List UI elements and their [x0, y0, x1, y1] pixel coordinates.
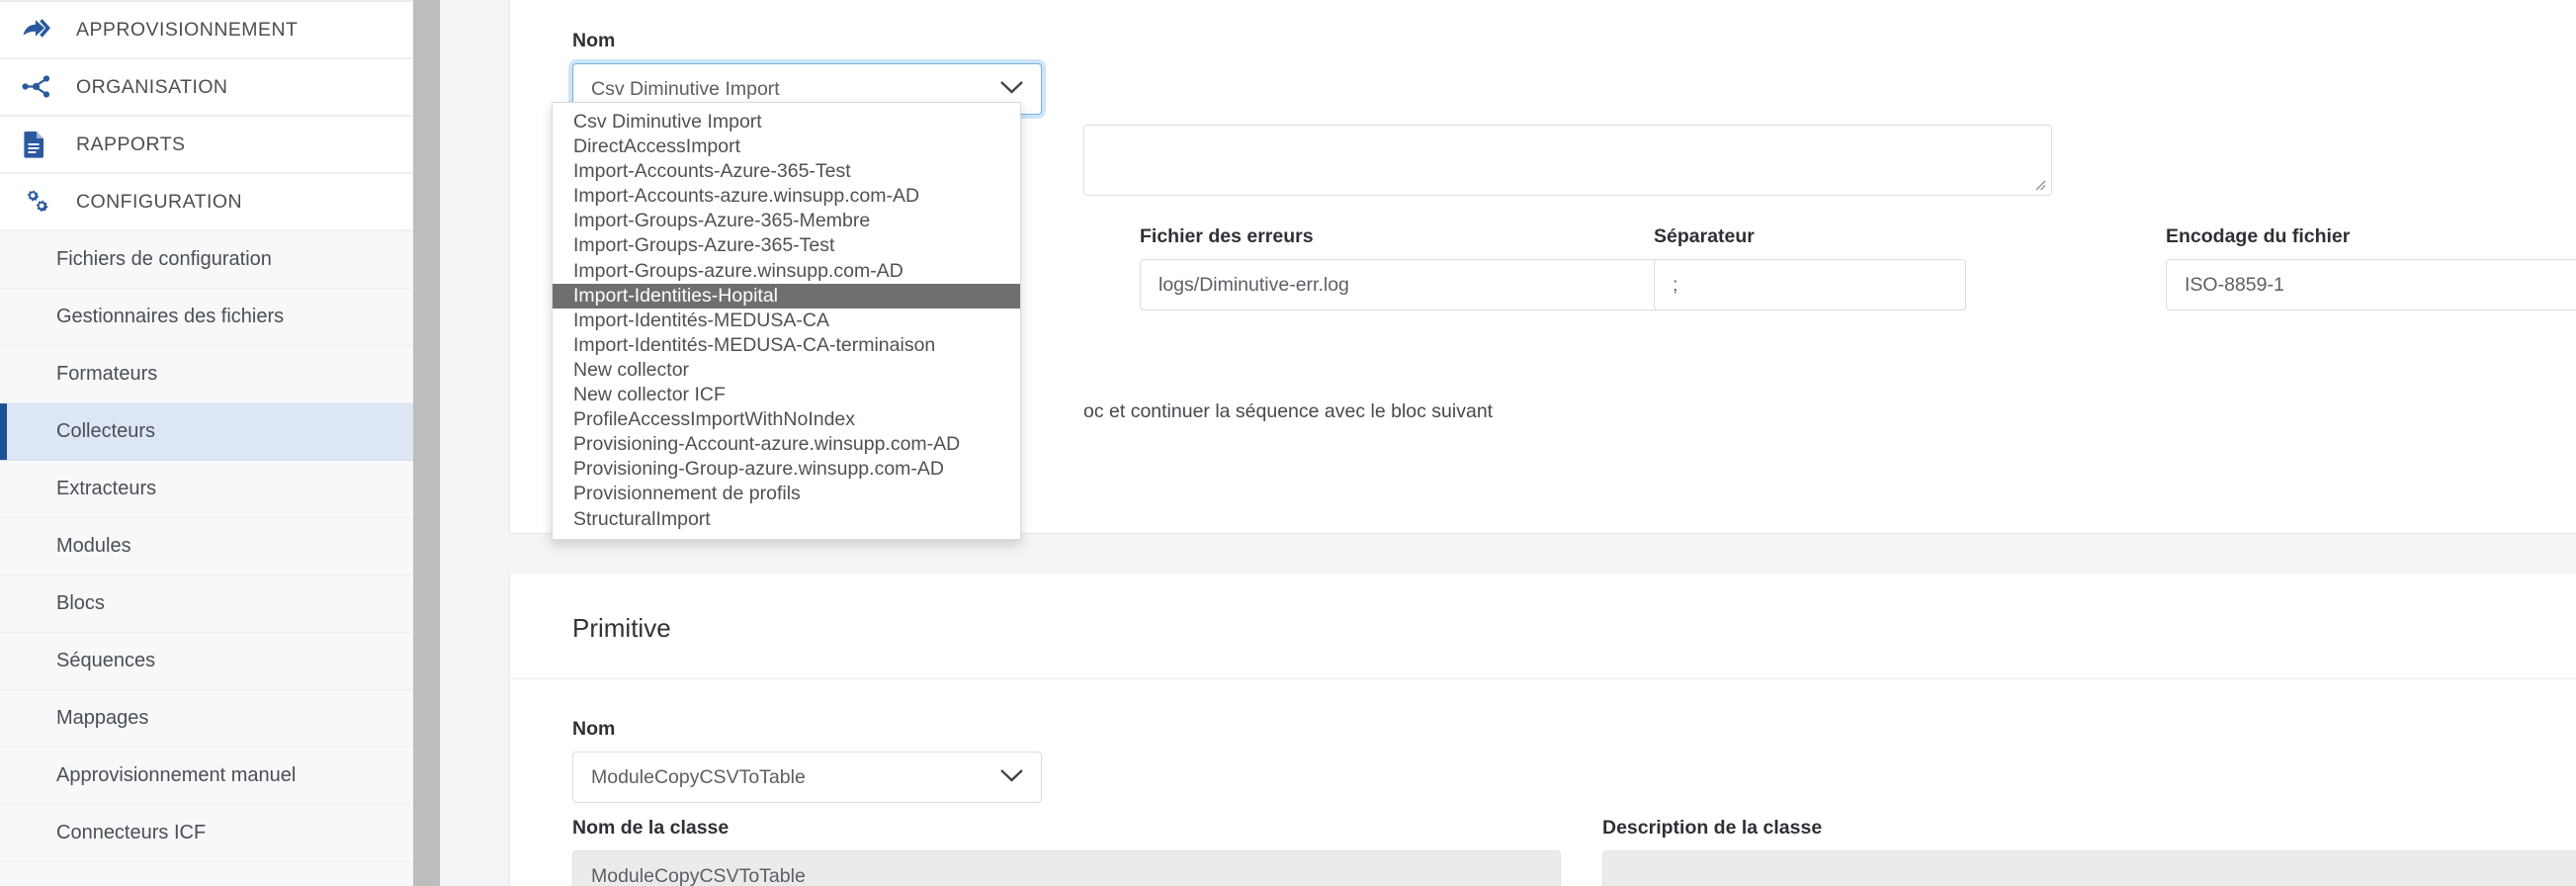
primitive-class-desc-textarea — [1602, 850, 2576, 886]
sidebar-section-label: APPROVISIONNEMENT — [76, 18, 299, 41]
collector-description-textarea[interactable] — [1083, 125, 2052, 196]
separator-label: Séparateur — [1654, 225, 1755, 247]
sidebar-section-label: CONFIGURATION — [76, 190, 242, 213]
dropdown-option[interactable]: Import-Groups-Azure-365-Test — [553, 233, 1020, 258]
sidebar-item-label: Fichiers de configuration — [56, 248, 272, 270]
sidebar-item-label: Blocs — [56, 592, 105, 614]
dropdown-option[interactable]: Provisioning-Account-azure.winsupp.com-A… — [553, 432, 1020, 457]
sidebar-item-label: Formateurs — [56, 363, 158, 385]
chevron-down-icon — [999, 766, 1024, 789]
sidebar-item-label: Séquences — [56, 650, 156, 671]
sidebar-section-label: RAPPORTS — [76, 133, 186, 155]
sidebar-item-label: Connecteurs ICF — [56, 822, 207, 843]
sidebar-item-collecteurs[interactable]: Collecteurs — [0, 403, 413, 461]
continue-sequence-checkbox-label[interactable]: oc et continuer la séquence avec le bloc… — [1083, 400, 1493, 423]
sidebar-section-rapports[interactable]: RAPPORTS — [0, 117, 413, 174]
application-window: APPROVISIONNEMENT ORGANISATION RAPPORTS … — [0, 0, 2576, 886]
sidebar-section-label: ORGANISATION — [76, 75, 228, 98]
primitive-class-name-input: ModuleCopyCSVToTable — [572, 850, 1561, 886]
dropdown-option[interactable]: Import-Identités-MEDUSA-CA — [553, 309, 1020, 333]
sidebar-section-configuration[interactable]: CONFIGURATION — [0, 174, 413, 231]
sidebar-item-label: Gestionnaires des fichiers — [56, 306, 285, 327]
sidebar-section-organisation[interactable]: ORGANISATION — [0, 59, 413, 117]
error-file-label: Fichier des erreurs — [1140, 225, 1314, 247]
sidebar-item-sequences[interactable]: Séquences — [0, 633, 413, 690]
collector-name-value: Csv Diminutive Import — [591, 77, 780, 100]
sidebar-item-fichiers-de-configuration[interactable]: Fichiers de configuration — [0, 231, 413, 289]
sidebar-item-gestionnaires-des-fichiers[interactable]: Gestionnaires des fichiers — [0, 289, 413, 346]
primitive-class-name-value: ModuleCopyCSVToTable — [591, 864, 806, 886]
dropdown-option[interactable]: Provisioning-Group-azure.winsupp.com-AD — [553, 457, 1020, 482]
sidebar-item-blocs[interactable]: Blocs — [0, 576, 413, 633]
dropdown-option[interactable]: Import-Groups-Azure-365-Membre — [553, 209, 1020, 233]
dropdown-option[interactable]: New collector ICF — [553, 383, 1020, 407]
resize-grip-icon[interactable] — [2031, 176, 2047, 192]
primitive-class-name-label: Nom de la classe — [572, 817, 730, 839]
collector-name-label: Nom — [572, 30, 616, 51]
sidebar-item-formateurs[interactable]: Formateurs — [0, 346, 413, 403]
dropdown-option[interactable]: StructuralImport — [553, 507, 1020, 532]
chevron-down-icon — [999, 78, 1024, 101]
dropdown-option[interactable]: Import-Identités-MEDUSA-CA-terminaison — [553, 333, 1020, 358]
dropdown-option[interactable]: New collector — [553, 358, 1020, 383]
error-file-value: logs/Diminutive-err.log — [1159, 273, 1349, 296]
error-file-input[interactable]: logs/Diminutive-err.log — [1140, 259, 1686, 310]
encoding-input[interactable]: ISO-8859-1 — [2166, 259, 2576, 310]
dropdown-option[interactable]: Import-Accounts-azure.winsupp.com-AD — [553, 184, 1020, 209]
dropdown-option[interactable]: Import-Identities-Hopital — [553, 283, 1020, 309]
sidebar-item-approvisionnement-manuel[interactable]: Approvisionnement manuel — [0, 748, 413, 805]
primitive-name-label: Nom — [572, 718, 616, 740]
primitive-name-select[interactable]: ModuleCopyCSVToTable — [572, 752, 1042, 803]
sidebar-item-label: Mappages — [56, 707, 149, 729]
sidebar-item-label: Modules — [56, 535, 131, 557]
sidebar-item-label: Extracteurs — [56, 478, 157, 499]
network-nodes-icon — [22, 74, 63, 100]
sidebar-item-connecteurs-icf[interactable]: Connecteurs ICF — [0, 805, 413, 862]
gears-icon — [22, 188, 63, 216]
arrow-forward-icon — [22, 17, 63, 43]
separator-value: ; — [1673, 273, 1678, 296]
dropdown-option[interactable]: Import-Accounts-Azure-365-Test — [553, 159, 1020, 184]
sidebar-item-extracteurs[interactable]: Extracteurs — [0, 461, 413, 518]
sidebar-item-modules[interactable]: Modules — [0, 518, 413, 576]
sidebar-item-mappages[interactable]: Mappages — [0, 690, 413, 748]
sidebar-item-label: Approvisionnement manuel — [56, 764, 297, 786]
primitive-title: Primitive — [572, 613, 671, 643]
primitive-card: Primitive Nom ModuleCopyCSVToTable Nom d… — [509, 574, 2576, 886]
dropdown-option[interactable]: DirectAccessImport — [553, 134, 1020, 159]
encoding-value: ISO-8859-1 — [2185, 273, 2284, 296]
encoding-label: Encodage du fichier — [2166, 225, 2351, 247]
separator-input[interactable]: ; — [1654, 259, 1966, 310]
sidebar-item-truncated[interactable] — [0, 862, 413, 886]
primitive-title-divider — [510, 678, 2576, 679]
document-report-icon — [22, 131, 63, 158]
primitive-class-desc-label: Description de la classe — [1602, 817, 1823, 839]
sidebar-section-approvisionnement[interactable]: APPROVISIONNEMENT — [0, 2, 413, 59]
primitive-name-value: ModuleCopyCSVToTable — [591, 765, 806, 788]
sidebar-navigation: APPROVISIONNEMENT ORGANISATION RAPPORTS … — [0, 0, 413, 886]
collector-name-dropdown-list[interactable]: Csv Diminutive Import DirectAccessImport I… — [552, 102, 1021, 540]
dropdown-option[interactable]: Import-Groups-azure.winsupp.com-AD — [553, 259, 1020, 284]
page-scrollbar[interactable] — [413, 0, 440, 886]
sidebar-item-label: Collecteurs — [56, 420, 156, 442]
dropdown-option[interactable]: Provisionnement de profils — [553, 482, 1020, 506]
dropdown-option[interactable]: ProfileAccessImportWithNoIndex — [553, 407, 1020, 432]
dropdown-option[interactable]: Csv Diminutive Import — [553, 110, 1020, 134]
